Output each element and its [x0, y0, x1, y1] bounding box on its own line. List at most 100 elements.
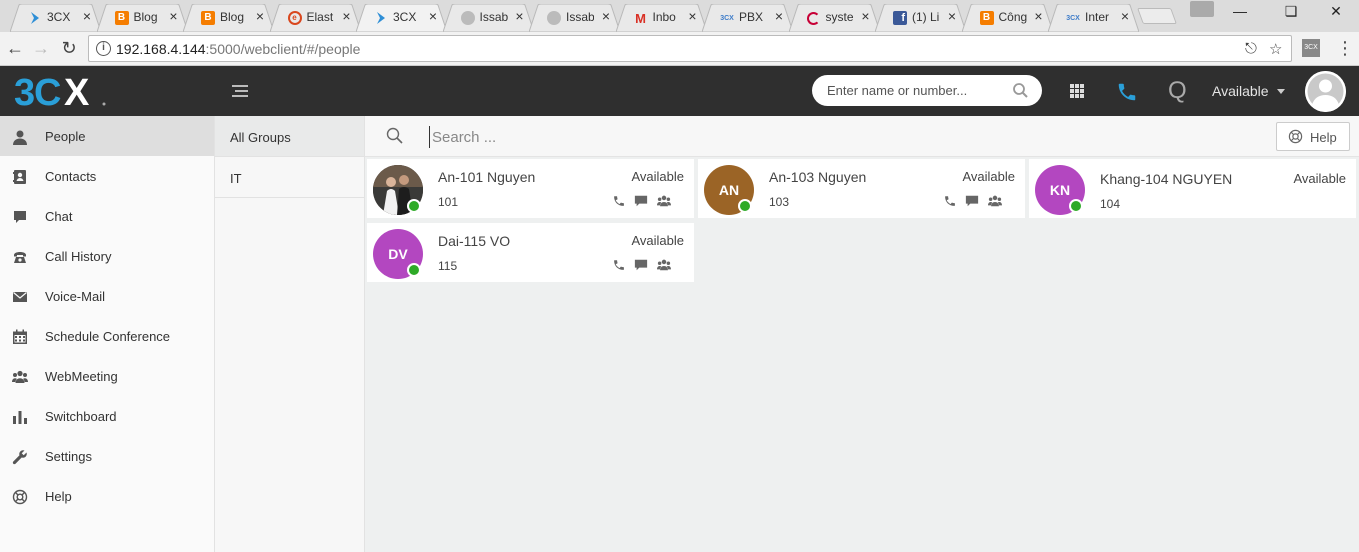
call-phone-icon[interactable]: [612, 258, 630, 274]
close-tab-icon[interactable]: ×: [513, 9, 527, 23]
person-extension: 104: [1100, 197, 1121, 211]
close-tab-icon[interactable]: ×: [80, 9, 94, 23]
presence-online-indicator: [407, 263, 421, 277]
person-card[interactable]: DV Dai-115 VO 115 Available: [367, 223, 694, 282]
close-tab-icon[interactable]: ×: [1118, 9, 1132, 23]
browser-profile-icon[interactable]: [1190, 1, 1214, 17]
browser-tab[interactable]: 3CX Inter ×: [1048, 4, 1139, 32]
queue-button[interactable]: Q: [1168, 77, 1187, 105]
close-tab-icon[interactable]: ×: [340, 9, 354, 23]
address-bar[interactable]: i 192.168.4.144:5000/webclient/#/people …: [88, 35, 1292, 62]
person-name: An-103 Nguyen: [769, 169, 867, 185]
browser-tab[interactable]: Issab ×: [529, 4, 620, 32]
dial-search-input[interactable]: [812, 75, 1042, 106]
url-text: 192.168.4.144:5000/webclient/#/people: [116, 41, 360, 57]
chat-bubble-icon[interactable]: [965, 194, 983, 210]
close-tab-icon[interactable]: ×: [686, 9, 700, 23]
tab-title: PBX: [739, 10, 764, 24]
browser-tab[interactable]: f (1) Li ×: [875, 4, 966, 32]
3cx-small-icon: 3CX: [720, 14, 734, 22]
user-avatar[interactable]: [1305, 71, 1346, 112]
cookie-icon[interactable]: ⎋: [1245, 40, 1257, 57]
group-item-label: IT: [230, 171, 242, 186]
close-tab-icon[interactable]: ×: [167, 9, 181, 23]
browser-tab[interactable]: B Blog ×: [183, 4, 274, 32]
browser-tab[interactable]: B Blog ×: [96, 4, 188, 32]
browser-menu-icon[interactable]: ⋮: [1336, 36, 1354, 60]
group-item[interactable]: All Groups: [215, 116, 364, 157]
close-window-icon[interactable]: ✕: [1321, 3, 1351, 20]
tab-title: Công: [998, 10, 1027, 24]
sidebar-item-people[interactable]: People: [0, 116, 214, 156]
group-item[interactable]: IT: [215, 157, 364, 198]
sidebar-item-contacts[interactable]: Contacts: [0, 156, 214, 196]
tab-title: syste: [825, 10, 854, 24]
debian-icon: [807, 11, 821, 25]
browser-tab[interactable]: M Inbo ×: [615, 4, 707, 32]
person-card[interactable]: An-101 Nguyen 101 Available: [367, 159, 694, 218]
browser-tab[interactable]: 3CX ×: [356, 4, 447, 32]
browser-tab-strip: 3CX × B Blog × B Blog × e Elast × 3CX × Issab × Issab × M…: [0, 0, 1359, 32]
person-extension: 101: [438, 195, 459, 209]
browser-tab[interactable]: syste ×: [788, 4, 880, 32]
call-phone-icon[interactable]: [612, 194, 630, 210]
browser-tab[interactable]: 3CX ×: [10, 4, 101, 32]
sidebar-item-chat[interactable]: Chat: [0, 196, 214, 236]
close-tab-icon[interactable]: ×: [772, 9, 786, 23]
phone-icon[interactable]: [1116, 81, 1138, 103]
close-tab-icon[interactable]: ×: [945, 9, 959, 23]
conference-group-icon[interactable]: [656, 194, 674, 210]
3cx-extension-icon[interactable]: 3CX: [1302, 39, 1320, 57]
person-extension: 103: [769, 195, 790, 209]
sidebar-item-call-history[interactable]: Call History: [0, 236, 214, 276]
presence-online-indicator: [407, 199, 421, 213]
presence-online-indicator: [738, 199, 752, 213]
tab-title: Blog: [133, 10, 158, 24]
close-tab-icon[interactable]: ×: [859, 9, 873, 23]
sidebar-item-webmeeting[interactable]: WebMeeting: [0, 356, 214, 396]
reload-icon[interactable]: ↻: [58, 37, 80, 59]
close-tab-icon[interactable]: ×: [599, 9, 613, 23]
browser-tab[interactable]: 3CX PBX ×: [702, 4, 793, 32]
minimize-window-icon[interactable]: —: [1225, 3, 1255, 19]
person-card[interactable]: KN Khang-104 NGUYEN 104 Available: [1029, 159, 1356, 218]
tab-title: Blog: [220, 10, 245, 24]
person-card[interactable]: AN An-103 Nguyen 103 Available: [698, 159, 1025, 218]
browser-tab[interactable]: e Elast ×: [269, 4, 361, 32]
status-dropdown[interactable]: Available: [1212, 83, 1269, 99]
forward-arrow-icon[interactable]: →: [30, 37, 52, 59]
sidebar-item-label: Chat: [45, 209, 73, 224]
new-tab-button[interactable]: [1137, 8, 1177, 24]
browser-tab[interactable]: Issab ×: [442, 4, 534, 32]
sidebar-item-switchboard[interactable]: Switchboard: [0, 396, 214, 436]
back-arrow-icon[interactable]: ←: [4, 37, 26, 59]
chat-bubble-icon[interactable]: [634, 194, 652, 210]
dialpad-icon[interactable]: [1069, 83, 1085, 99]
help-button-label: Help: [1310, 130, 1337, 145]
conference-group-icon[interactable]: [656, 258, 674, 274]
chevron-down-icon[interactable]: [1277, 89, 1285, 94]
chat-bubble-icon[interactable]: [634, 258, 652, 274]
3cx-chevron-icon: [374, 11, 388, 25]
elastix-icon: e: [287, 11, 302, 25]
call-phone-icon[interactable]: [943, 194, 961, 210]
close-tab-icon[interactable]: ×: [253, 9, 267, 23]
help-button[interactable]: Help: [1276, 122, 1350, 151]
sidebar-item-voice-mail[interactable]: Voice-Mail: [0, 276, 214, 316]
close-tab-icon[interactable]: ×: [1032, 9, 1046, 23]
search-icon[interactable]: [1012, 82, 1030, 100]
people-search-input[interactable]: [429, 126, 829, 148]
close-tab-icon[interactable]: ×: [426, 9, 440, 23]
bookmark-star-icon[interactable]: ☆: [1269, 40, 1282, 58]
restore-window-icon[interactable]: ❏: [1276, 3, 1306, 20]
conference-group-icon[interactable]: [987, 194, 1005, 210]
browser-tab[interactable]: B Công ×: [961, 4, 1053, 32]
sidebar-item-help[interactable]: Help: [0, 476, 214, 516]
sidebar-item-settings[interactable]: Settings: [0, 436, 214, 476]
chat-bubble-icon: [14, 211, 26, 223]
site-info-icon[interactable]: i: [96, 41, 111, 56]
hamburger-menu-icon[interactable]: [232, 84, 248, 98]
lifebuoy-icon: [1288, 129, 1303, 144]
sidebar-item-schedule-conference[interactable]: Schedule Conference: [0, 316, 214, 356]
tab-title: 3CX: [393, 10, 417, 24]
